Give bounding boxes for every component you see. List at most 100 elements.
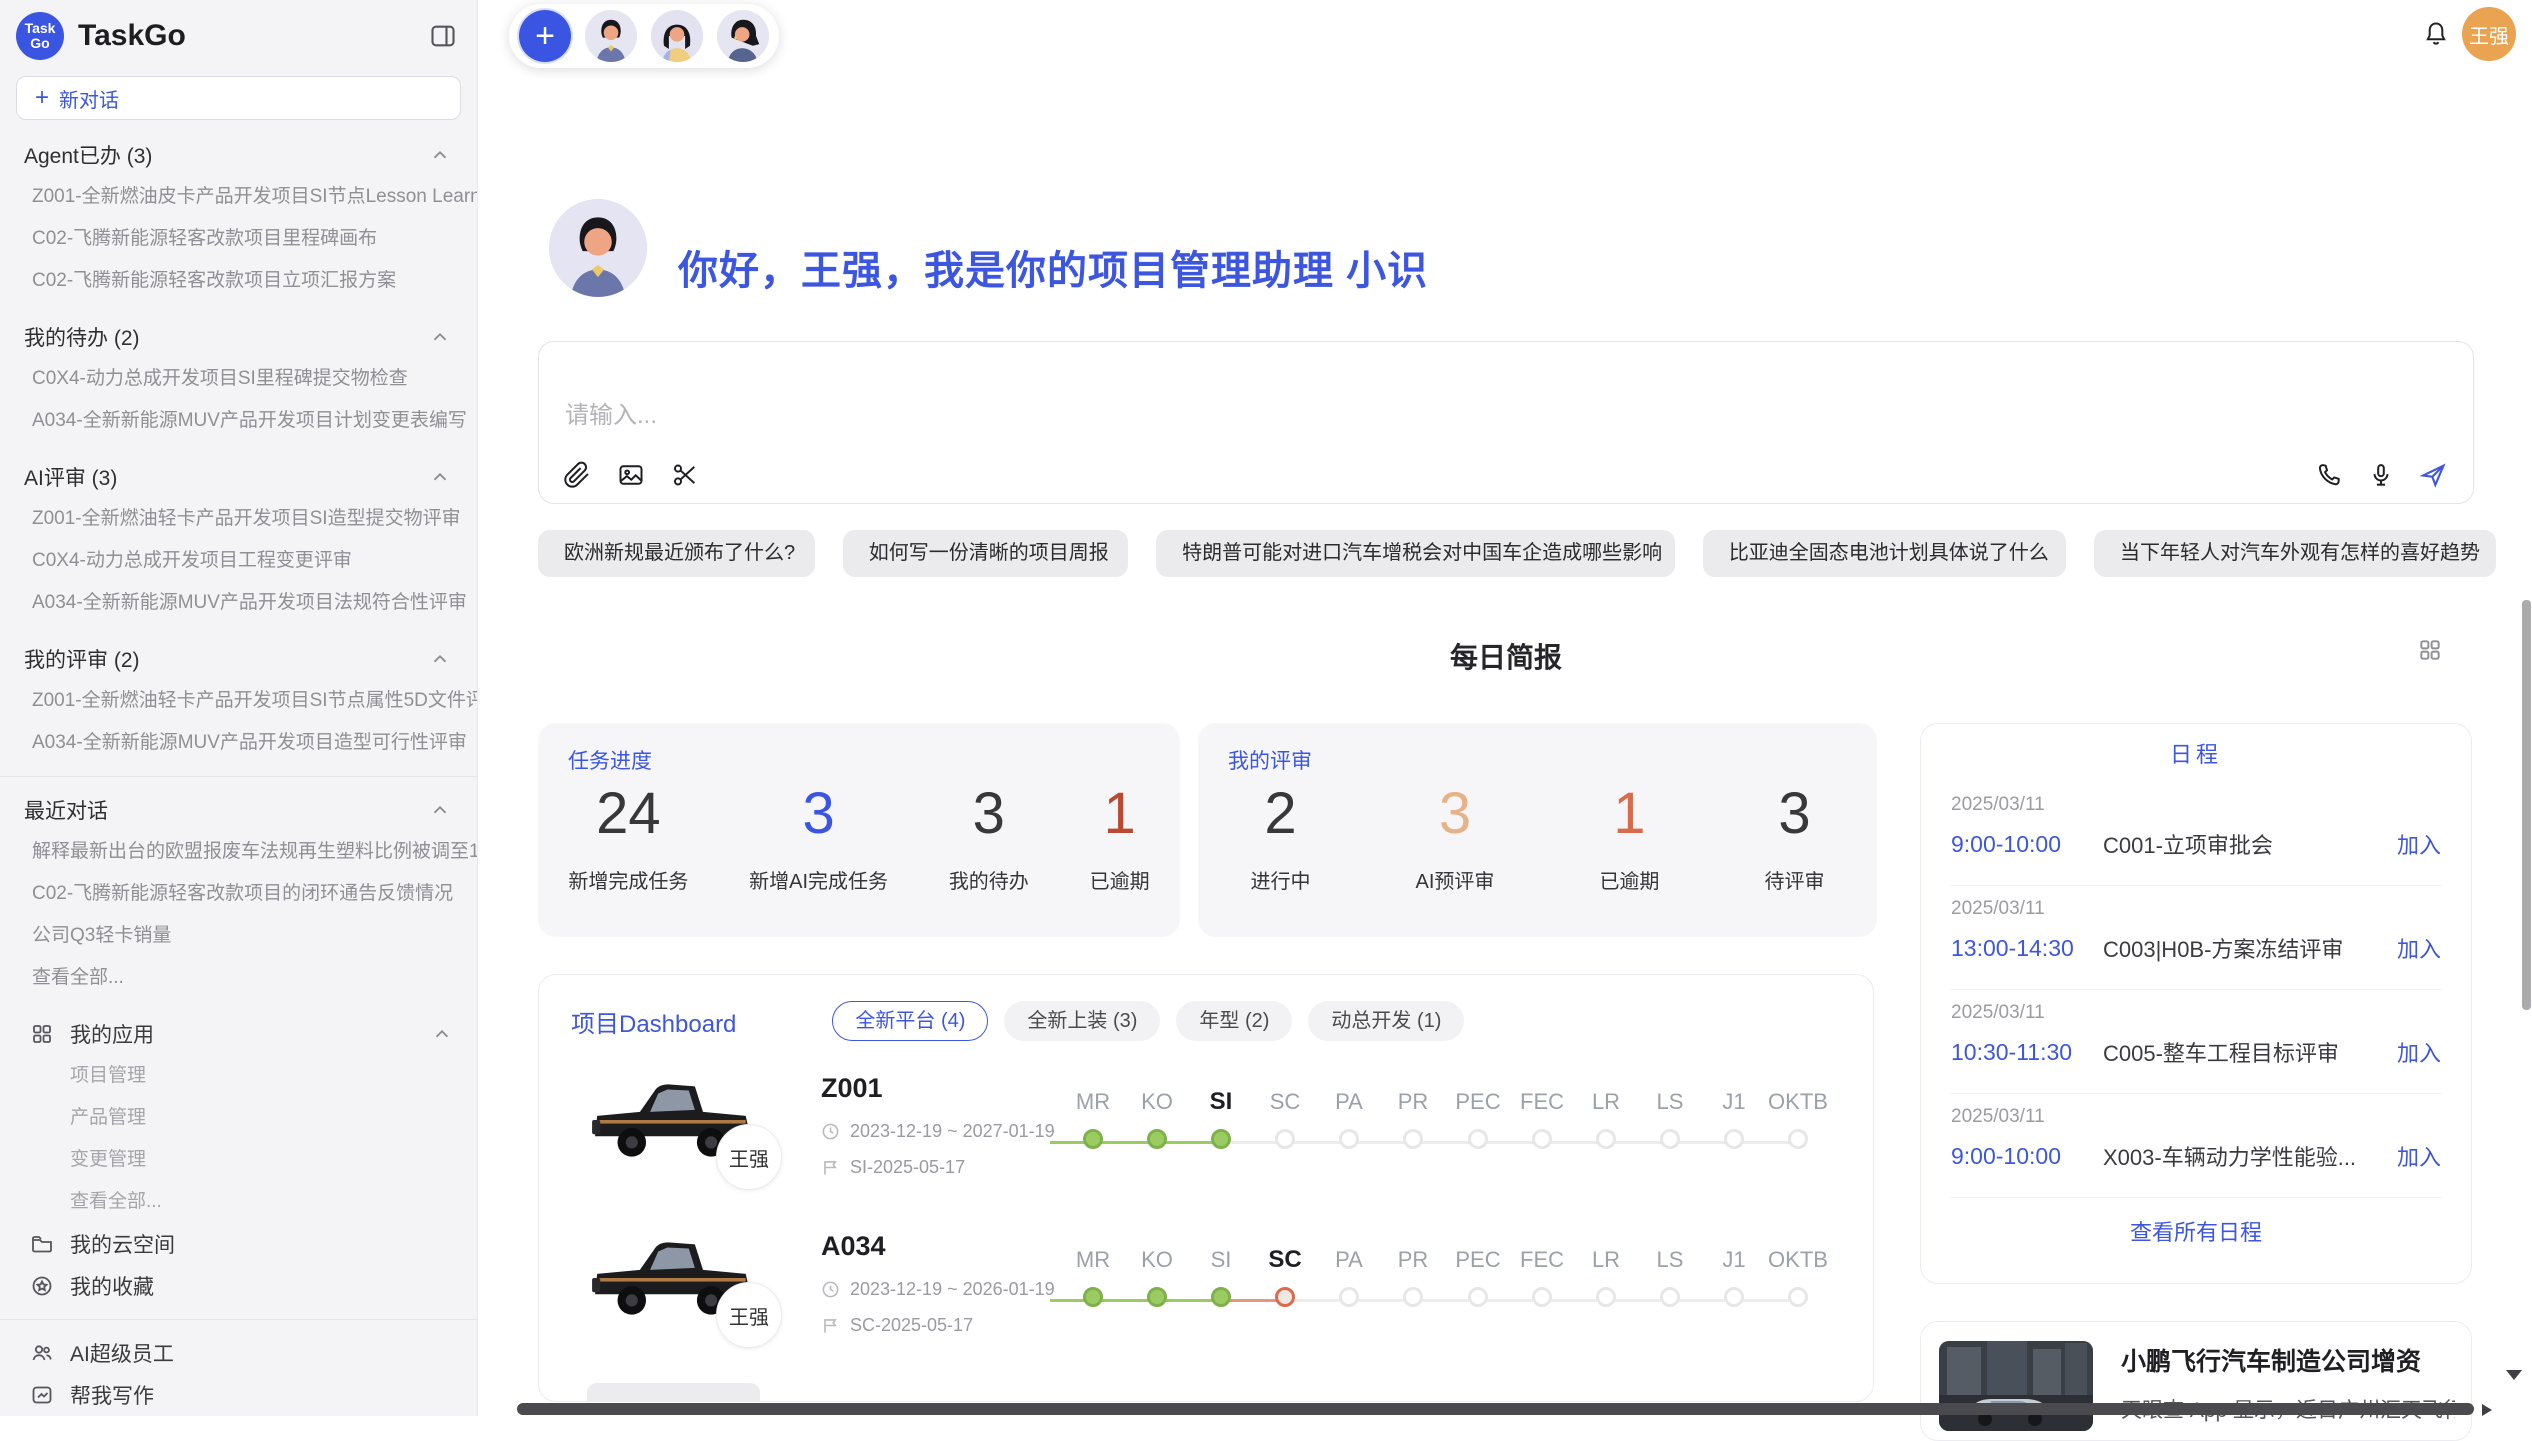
join-link[interactable]: 加入 [2397,828,2441,860]
sidebar-collapse-icon[interactable] [429,22,457,50]
recent-chat-item[interactable]: C02-飞腾新能源轻客改款项目的闭环通告反馈情况 [0,873,477,915]
view-all-schedule-link[interactable]: 查看所有日程 [1921,1198,2471,1264]
chevron-up-icon [429,648,451,670]
section-my-apps: 我的应用 项目管理 产品管理 变更管理 查看全部... [0,1013,477,1223]
section-agent-done: Agent已办 (3) Z001-全新燃油皮卡产品开发项目SI节点Lesson … [0,134,477,302]
recent-chat-item[interactable]: 解释最新出台的欧盟报废车法规再生塑料比例被调至15%... [0,831,477,873]
microphone-icon[interactable] [2367,461,2395,489]
sidebar-item[interactable]: Z001-全新燃油轻卡产品开发项目SI节点属性5D文件评审 [0,680,477,722]
section-header-agent-done[interactable]: Agent已办 (3) [0,134,477,176]
add-member-button[interactable]: + [519,10,571,62]
task-progress-card: 任务进度 24 新增完成任务 3 新增AI完成任务 3 我的待办 1 已逾期 [538,723,1180,937]
suggestion-chip[interactable]: 欧洲新规最近颁布了什么? [538,530,815,577]
schedule-title: 日程 [1921,724,2471,782]
tab-year-model[interactable]: 年型 (2) [1176,1001,1292,1041]
send-icon[interactable] [2419,461,2447,489]
horizontal-scrollbar-thumb[interactable] [517,1403,2474,1415]
schedule-date: 2025/03/11 [1951,794,2441,816]
sidebar-item-favorites[interactable]: 我的收藏 [0,1265,477,1307]
schedule-time: 9:00-10:00 [1951,1143,2103,1170]
my-review-title: 我的评审 [1228,745,1312,775]
sidebar-item[interactable]: C02-飞腾新能源轻客改款项目里程碑画布 [0,218,477,260]
section-header-recent-chats[interactable]: 最近对话 [0,789,477,831]
schedule-entry[interactable]: 2025/03/11 9:00-10:00 X003-车辆动力学性能验... 加… [1951,1094,2441,1198]
avatar-member-3[interactable] [717,10,769,62]
join-link[interactable]: 加入 [2397,932,2441,964]
sidebar-item[interactable]: A034-全新新能源MUV产品开发项目造型可行性评审 [0,722,477,764]
clock-icon [821,1122,840,1141]
stat-overdue: 1 已逾期 [1090,779,1150,894]
schedule-entry[interactable]: 2025/03/11 9:00-10:00 C001-立项审批会 加入 [1951,782,2441,886]
vertical-scrollbar-thumb[interactable] [2522,600,2531,1010]
milestone-dot [1660,1287,1680,1307]
sidebar-item[interactable]: A034-全新新能源MUV产品开发项目法规符合性评审 [0,582,477,624]
section-header-my-review[interactable]: 我的评审 (2) [0,638,477,680]
input-tools [563,461,699,489]
section-header-my-todo[interactable]: 我的待办 (2) [0,316,477,358]
stat-pending-review: 3 待评审 [1764,779,1824,894]
schedule-entry[interactable]: 2025/03/11 13:00-14:30 C003|H0B-方案冻结评审 加… [1951,886,2441,990]
suggestion-chip[interactable]: 如何写一份清晰的项目周报 [843,530,1128,577]
stat-ai-pre-review: 3 AI预评审 [1416,779,1495,894]
tab-new-platform[interactable]: 全新平台 (4) [832,1001,988,1041]
milestone: OKTB [1752,1247,1844,1307]
app-item-product-mgmt[interactable]: 产品管理 [0,1097,477,1139]
input-actions [2315,461,2447,489]
milestone-dot [1724,1287,1744,1307]
my-apps-header[interactable]: 我的应用 [0,1013,477,1055]
suggestion-chip[interactable]: 当下年轻人对汽车外观有怎样的喜好趋势 [2094,530,2496,577]
schedule-entry[interactable]: 2025/03/11 10:30-11:30 C005-整车工程目标评审 加入 [1951,990,2441,1094]
sidebar-item-help-me-write[interactable]: 帮我写作 [0,1374,477,1416]
notifications-bell-icon[interactable] [2422,20,2450,48]
milestone-dot [1275,1129,1295,1149]
app-item-change-mgmt[interactable]: 变更管理 [0,1139,477,1181]
milestone-dot [1468,1129,1488,1149]
stat-new-ai-completed: 3 新增AI完成任务 [749,779,888,894]
schedule-card: 日程 2025/03/11 9:00-10:00 C001-立项审批会 加入 2… [1920,723,2472,1284]
scissors-icon[interactable] [671,461,699,489]
app-item-project-mgmt[interactable]: 项目管理 [0,1055,477,1097]
schedule-date: 2025/03/11 [1951,1002,2441,1024]
sidebar-header: Task Go TaskGo [0,0,477,70]
suggestion-chip[interactable]: 特朗普可能对进口汽车增税会对中国车企造成哪些影响 [1156,530,1675,577]
image-icon[interactable] [617,461,645,489]
scroll-right-arrow[interactable] [2482,1404,2492,1416]
stat-my-todo: 3 我的待办 [949,779,1029,894]
apps-grid-icon [30,1022,54,1046]
milestone-dot [1147,1287,1167,1307]
layout-grid-icon[interactable] [2417,637,2443,663]
sidebar-item[interactable]: Z001-全新燃油轻卡产品开发项目SI造型提交物评审 [0,498,477,540]
sidebar-item[interactable]: C0X4-动力总成开发项目工程变更评审 [0,540,477,582]
sidebar-item[interactable]: C02-飞腾新能源轻客改款项目立项汇报方案 [0,260,477,302]
attachment-icon[interactable] [563,461,591,489]
new-chat-button[interactable]: + 新对话 [16,76,461,120]
join-link[interactable]: 加入 [2397,1140,2441,1172]
project-owner-badge: 王强 [716,1124,782,1190]
schedule-date: 2025/03/11 [1951,898,2441,920]
suggestion-chip[interactable]: 比亚迪全固态电池计划具体说了什么 [1703,530,2066,577]
user-avatar[interactable]: 王强 [2462,7,2516,61]
recent-chat-view-all[interactable]: 查看全部... [0,957,477,999]
app-item-view-all[interactable]: 查看全部... [0,1181,477,1223]
tab-new-body[interactable]: 全新上装 (3) [1004,1001,1160,1041]
milestone-dot [1724,1129,1744,1149]
project-row-z001[interactable]: 王强 Z001 2023-12-19 ~ 2027-01-19 SI-2025-… [539,1067,1873,1225]
chat-input[interactable] [565,402,1465,430]
avatar-member-2[interactable] [651,10,703,62]
sidebar-item[interactable]: C0X4-动力总成开发项目SI里程碑提交物检查 [0,358,477,400]
news-card[interactable]: 小鹏飞行汽车制造公司增资 天眼查 App 显示，近日广州汇天飞行汽... [1920,1321,2472,1441]
section-header-ai-review[interactable]: AI评审 (3) [0,456,477,498]
scroll-down-arrow[interactable] [2506,1370,2522,1380]
phone-icon[interactable] [2315,461,2343,489]
sidebar-item[interactable]: A034-全新新能源MUV产品开发项目计划变更表编写 [0,400,477,442]
schedule-date: 2025/03/11 [1951,1106,2441,1128]
milestone-dot [1788,1287,1808,1307]
sidebar-item-ai-super-staff[interactable]: AI超级员工 [0,1332,477,1374]
join-link[interactable]: 加入 [2397,1036,2441,1068]
sidebar-item[interactable]: Z001-全新燃油皮卡产品开发项目SI节点Lesson Learn报告 [0,176,477,218]
recent-chat-item[interactable]: 公司Q3轻卡销量 [0,915,477,957]
avatar-member-1[interactable] [585,10,637,62]
sidebar-item-cloud-space[interactable]: 我的云空间 [0,1223,477,1265]
tab-powertrain[interactable]: 动总开发 (1) [1308,1001,1464,1041]
project-row-a034[interactable]: 王强 A034 2023-12-19 ~ 2026-01-19 SC-2025-… [539,1225,1873,1383]
